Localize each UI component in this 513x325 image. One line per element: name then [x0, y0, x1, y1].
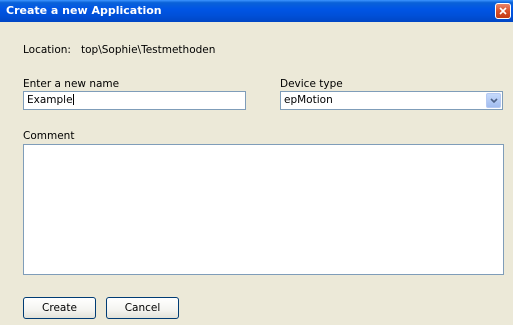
text-caret [72, 94, 74, 105]
chevron-down-icon [490, 98, 498, 104]
comment-textarea[interactable] [23, 144, 504, 275]
comment-label: Comment [23, 130, 75, 142]
device-type-label: Device type [280, 78, 343, 90]
dropdown-button[interactable] [486, 93, 501, 108]
name-label: Enter a new name [23, 78, 120, 90]
window-title: Create a new Application [6, 4, 162, 17]
location-value: top\Sophie\Testmethoden [81, 44, 216, 56]
close-button[interactable] [495, 3, 511, 19]
create-button[interactable]: Create [23, 297, 96, 319]
device-type-value: epMotion [284, 94, 333, 106]
cancel-button[interactable]: Cancel [106, 297, 179, 319]
device-type-select[interactable]: epMotion [280, 91, 503, 110]
close-icon [499, 7, 507, 15]
name-input[interactable]: Example [23, 91, 246, 110]
name-input-value: Example [27, 94, 73, 106]
title-bar[interactable]: Create a new Application [0, 0, 513, 22]
dialog-window: Create a new Application Location: top\S… [0, 0, 513, 325]
location-label: Location: [23, 44, 71, 56]
